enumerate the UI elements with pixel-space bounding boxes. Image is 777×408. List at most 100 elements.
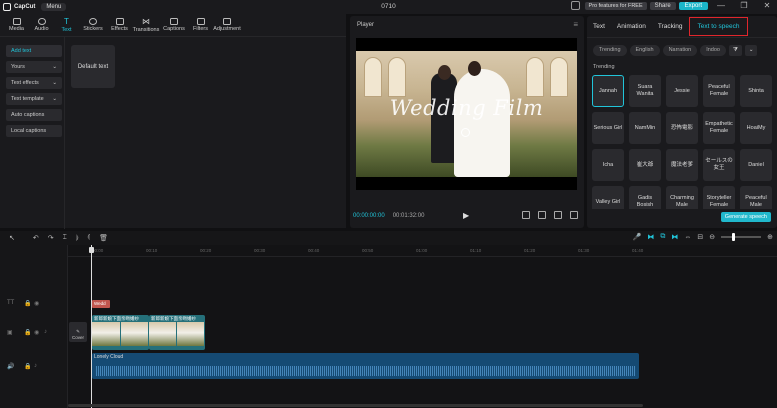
voice-card[interactable]: Empathetic Female [703, 112, 735, 144]
video-thumbnails [149, 322, 205, 346]
rotate-handle-icon[interactable] [461, 128, 470, 137]
voice-card[interactable]: Icha [592, 149, 624, 181]
minimize-button[interactable]: — [711, 1, 731, 10]
tab-animation[interactable]: Animation [617, 23, 646, 30]
voice-card[interactable]: 恐怖電影 [666, 112, 698, 144]
generate-speech-button[interactable]: Generate speech [720, 212, 771, 222]
video-title-overlay[interactable]: Wedding Film [356, 96, 577, 120]
playhead[interactable] [91, 245, 92, 408]
zoom-out-icon[interactable]: ⊖ [709, 233, 715, 241]
voice-card[interactable]: Peaceful Female [703, 75, 735, 107]
voice-card[interactable]: Valley Girl [592, 186, 624, 209]
cover-button[interactable]: ✎ Cover [69, 322, 87, 342]
voice-card[interactable]: Gadis Bosish [629, 186, 661, 209]
split-right-icon[interactable]: ⦇ [87, 234, 90, 242]
tool-transitions[interactable]: ⋈ Transitions [132, 14, 160, 36]
playhead-handle[interactable] [89, 247, 94, 253]
ratio-icon[interactable] [554, 211, 562, 219]
voice-card[interactable]: Shinta [740, 75, 772, 107]
split-icon[interactable]: ⌶ [63, 234, 67, 242]
maximize-button[interactable]: ❐ [734, 1, 754, 10]
crop-icon[interactable] [538, 211, 546, 219]
tool-captions[interactable]: Captions [160, 14, 188, 36]
pro-features-button[interactable]: Pro features for FREE [584, 1, 647, 10]
zoom-in-icon[interactable]: ⊕ [767, 233, 773, 241]
zoom-slider-knob[interactable] [732, 233, 736, 241]
nav-add-text[interactable]: Add text [6, 45, 62, 57]
nav-text-effects[interactable]: Text effects ⌄ [6, 77, 62, 89]
mute-icon[interactable]: ♪ [44, 329, 47, 335]
text-clip[interactable]: Wedd [92, 300, 110, 308]
redo-icon[interactable]: ↷ [48, 234, 54, 242]
preview-axis-icon[interactable]: ⊟ [697, 233, 703, 241]
timeline-scrollbar[interactable] [68, 404, 643, 407]
tool-audio[interactable]: Audio [29, 14, 54, 36]
visibility-icon[interactable]: ◉ [34, 329, 39, 336]
audio-clip[interactable]: Lonely Cloud [92, 353, 639, 379]
export-button[interactable]: Export [678, 1, 708, 10]
mic-icon[interactable]: 🎤 [633, 233, 642, 241]
voice-card[interactable]: Suara Wanita [629, 75, 661, 107]
filter-narration[interactable]: Narration [662, 45, 698, 56]
voice-card[interactable]: Charming Male [666, 186, 698, 209]
filter-trending[interactable]: Trending [593, 45, 627, 56]
tab-tracking[interactable]: Tracking [658, 23, 683, 30]
default-text-card[interactable]: Default text [71, 45, 115, 88]
tool-effects[interactable]: Effects [107, 14, 132, 36]
nav-text-template[interactable]: Text template ⌄ [6, 93, 62, 105]
close-button[interactable]: ✕ [757, 1, 777, 10]
voice-card[interactable]: Storyteller Female [703, 186, 735, 209]
play-button[interactable]: ▶ [463, 211, 469, 220]
chevron-down-icon[interactable]: ⌄ [744, 45, 758, 56]
time-ruler[interactable]: 00:00 00:10 00:20 00:30 00:40 00:50 01:00 01:10… [68, 245, 777, 257]
layout-icon[interactable] [570, 1, 580, 10]
nav-local-captions[interactable]: Local captions [6, 125, 62, 137]
tool-filters[interactable]: Filters [188, 14, 213, 36]
menu-button[interactable]: Menu [41, 3, 67, 11]
voice-card[interactable]: Daniel [740, 149, 772, 181]
lock-icon[interactable]: 🔒 [24, 300, 31, 307]
voice-card[interactable]: Jannah [592, 75, 624, 107]
select-tool-icon[interactable]: ↖ [9, 234, 15, 242]
voice-card[interactable]: セールスの女王 [703, 149, 735, 181]
voice-card[interactable]: Jessie [666, 75, 698, 107]
voice-card[interactable]: 崔大爺 [629, 149, 661, 181]
voice-card[interactable]: Peaceful Male [740, 186, 772, 209]
tool-adjustment[interactable]: Adjustment [213, 14, 241, 36]
voice-card[interactable]: NamMin [629, 112, 661, 144]
fullscreen-icon[interactable] [570, 211, 578, 219]
tab-text-to-speech[interactable]: Text to speech [688, 17, 749, 36]
lock-icon[interactable]: 🔒 [24, 329, 31, 336]
quality-icon[interactable] [522, 211, 530, 219]
link-clips-icon[interactable]: ⧓ [671, 233, 678, 241]
zoom-slider[interactable] [721, 233, 762, 241]
video-clip[interactable]: 新郎新娘下面亲吻婚纱 [149, 315, 205, 350]
main-track-magnet-icon[interactable]: ⧓ [647, 233, 654, 241]
voice-card[interactable]: HoaiMy [740, 112, 772, 144]
visibility-icon[interactable]: ◉ [34, 300, 39, 307]
tool-text[interactable]: T Text [54, 14, 79, 36]
filter-english[interactable]: English [629, 45, 660, 56]
split-left-icon[interactable]: ⦈ [76, 234, 79, 242]
stickers-icon [89, 18, 97, 25]
filter-indoor[interactable]: Indoo [700, 45, 726, 56]
nav-yours[interactable]: Yours ⌄ [6, 61, 62, 73]
auto-snap-icon[interactable]: ⧉ [660, 233, 665, 241]
tab-text[interactable]: Text [593, 23, 605, 30]
nav-auto-captions[interactable]: Auto captions [6, 109, 62, 121]
tool-media[interactable]: Media [4, 14, 29, 36]
share-button[interactable]: Share [649, 1, 676, 10]
tool-stickers[interactable]: Stickers [79, 14, 107, 36]
mute-icon[interactable]: ♪ [34, 363, 37, 369]
undo-icon[interactable]: ↶ [33, 234, 39, 242]
video-preview[interactable]: Wedding Film [356, 38, 577, 190]
align-icon[interactable]: ⇔ [684, 234, 691, 241]
lock-icon[interactable]: 🔒 [24, 363, 31, 370]
delete-icon[interactable]: 🗑 [99, 234, 108, 242]
voice-card[interactable]: 魔法老爹 [666, 149, 698, 181]
player-menu-icon[interactable]: ≡ [573, 20, 578, 29]
voice-card[interactable]: Serious Girl [592, 112, 624, 144]
thumbnail-frame [92, 322, 121, 346]
filter-icon[interactable]: ⧩ [728, 45, 742, 56]
video-clip[interactable]: 新郎新娘下面亲吻婚纱 [92, 315, 149, 350]
